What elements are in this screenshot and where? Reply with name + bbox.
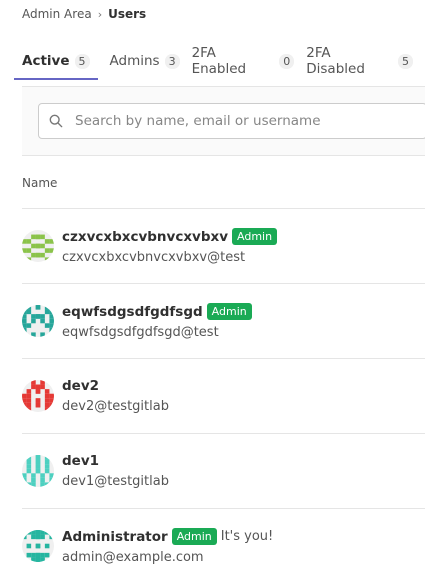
identicon-pattern [22, 305, 54, 337]
search-icon [49, 114, 63, 128]
table-row: eqwfsdgsdfgdfsgd Admin eqwfsdgsdfgdfsgd@… [22, 284, 425, 359]
user-email: dev1@testgitlab [62, 474, 169, 489]
tab-active[interactable]: Active 5 [14, 44, 98, 80]
admin-badge: Admin [206, 303, 252, 320]
tab-admins[interactable]: Admins 3 [110, 44, 180, 78]
table-row: dev2 dev2@testgitlab [22, 359, 425, 434]
identicon-pattern [22, 455, 54, 487]
user-email: czxvcxbxcvbnvcxvbxv@test [62, 250, 246, 265]
search-box[interactable] [38, 103, 425, 139]
user-email: dev2@testgitlab [62, 399, 169, 414]
breadcrumb-admin-area-link[interactable]: Admin Area [22, 7, 92, 21]
user-name-link[interactable]: dev1 [62, 453, 99, 469]
tab-count-badge: 0 [279, 53, 295, 69]
table-row: czxvcxbxcvbnvcxvbxv Admin czxvcxbxcvbnvc… [22, 209, 425, 284]
tab-label: Admins [109, 53, 160, 69]
user-name-link[interactable]: czxvcxbxcvbnvcxvbxv [62, 229, 228, 245]
user-name-link[interactable]: Administrator [62, 529, 168, 545]
user-name-link[interactable]: eqwfsdgsdfgdfsgd [62, 304, 203, 320]
user-filter-tabs: Active 5 Admins 3 2FA Enabled 0 2FA Disa… [14, 44, 425, 88]
avatar[interactable] [22, 530, 54, 562]
search-panel [22, 87, 425, 156]
table-row: dev1 dev1@testgitlab [22, 434, 425, 509]
breadcrumb-separator-icon: › [97, 7, 103, 21]
column-header-name: Name [22, 176, 58, 190]
breadcrumb: Admin Area › Users [22, 7, 146, 21]
breadcrumb-current: Users [108, 7, 147, 21]
user-list: czxvcxbxcvbnvcxvbxv Admin czxvcxbxcvbnvc… [22, 209, 425, 583]
tab-label: Active [22, 53, 70, 69]
tab-label: 2FA Enabled [191, 45, 247, 77]
admin-badge: Admin [171, 528, 217, 545]
table-row: Administrator Admin It's you! admin@exam… [22, 509, 425, 583]
tab-count-badge: 3 [164, 53, 180, 69]
admin-badge: Admin [232, 228, 278, 245]
search-input[interactable] [73, 112, 425, 130]
avatar[interactable] [22, 305, 54, 337]
avatar[interactable] [22, 455, 54, 487]
tab-label: 2FA Disabled [306, 45, 365, 77]
user-name-link[interactable]: dev2 [62, 378, 99, 394]
avatar[interactable] [22, 230, 54, 262]
tab-2fa-enabled[interactable]: 2FA Enabled 0 [192, 44, 295, 78]
tab-count-badge: 5 [74, 53, 90, 69]
tab-count-badge: 5 [398, 53, 413, 69]
user-email: eqwfsdgsdfgdfsgd@test [62, 325, 219, 340]
tab-2fa-disabled[interactable]: 2FA Disabled 5 [306, 44, 413, 78]
user-email: admin@example.com [62, 550, 204, 565]
identicon-pattern [22, 234, 54, 262]
identicon-pattern [22, 530, 54, 562]
its-you-label: It's you! [220, 529, 274, 544]
avatar[interactable] [22, 380, 54, 412]
identicon-pattern [22, 380, 54, 412]
